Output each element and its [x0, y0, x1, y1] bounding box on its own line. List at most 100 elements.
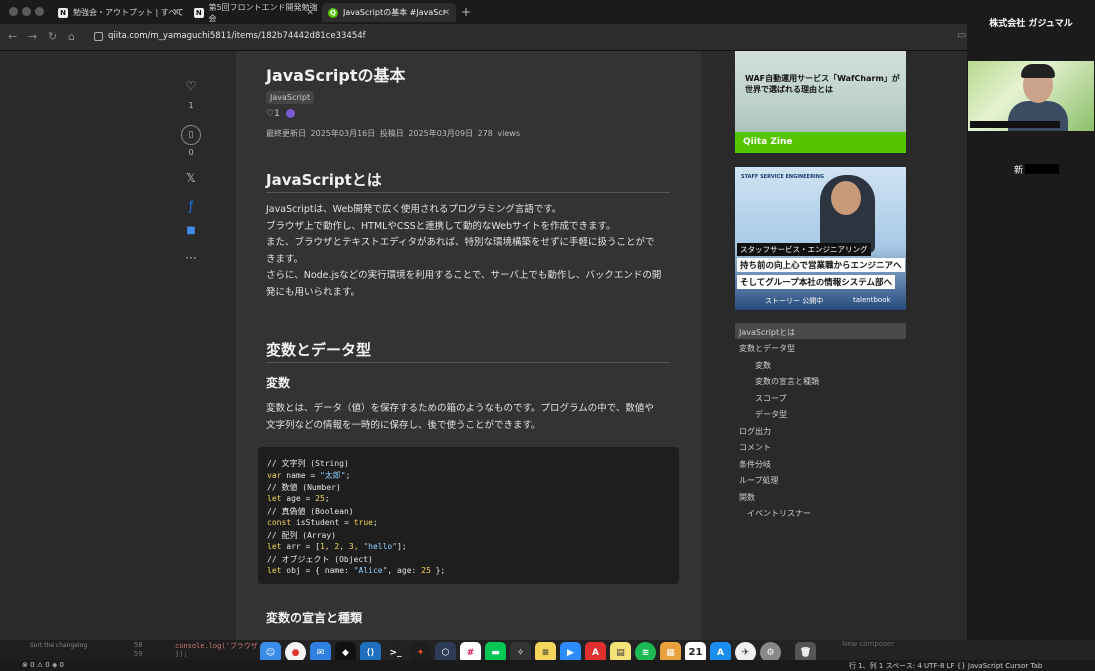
editor-status-info[interactable]: 行 1、列 1 スペース: 4 UTF-8 LF {} JavaScript C… [849, 661, 1042, 671]
home-icon[interactable]: ⌂ [68, 30, 75, 43]
toc-item[interactable]: 変数の宣言と種類 [755, 376, 819, 387]
paragraph-line: 発にも用いられます。 [266, 286, 361, 298]
code-line: let obj = { name: "Alice", age: 25 }; [267, 566, 446, 575]
close-tab-icon[interactable]: ✕ [172, 8, 180, 18]
ad-wafcharm[interactable]: WAF自動運用サービス「WafCharm」が世界で選ばれる理由とは Qiita … [735, 51, 906, 153]
participant-name: 新 [1014, 166, 1024, 176]
zoom-window-button[interactable] [35, 7, 44, 16]
paragraph-line: さらに、Node.jsなどの実行環境を利用することで、サーバ上でも動作し、バック… [266, 270, 662, 281]
subheading-variable: 変数 [266, 376, 291, 390]
code-comment: // オブジェクト (Object) [267, 555, 373, 564]
site-settings-icon[interactable] [94, 32, 103, 41]
close-window-button[interactable] [9, 7, 18, 16]
divider [266, 192, 670, 193]
tab-bar: N 勉強会・アウトプット | すべて ✕ N 第5回フロントエンド開発勉強会 ✕… [0, 0, 967, 24]
paragraph-line: ブラウザ上で動作し、HTMLやCSSと連携して動的なWebサイトを作成できます。 [266, 220, 616, 232]
qiita-zine-label: Qiita Zine [735, 132, 906, 153]
paragraph-line: また、ブラウザとテキストエディタがあれば、特別な環境構築をせずに手軽に扱うことが… [266, 237, 655, 248]
tab-javascript-basics[interactable]: Q JavaScriptの基本 #JavaScript ✕ [322, 3, 456, 22]
toc-item[interactable]: スコープ [755, 393, 787, 404]
paragraph-line: きます。 [266, 253, 304, 265]
ad-person-face [831, 181, 861, 215]
ad-company-label: スタッフサービス・エンジニアリング [737, 243, 871, 256]
ad-text: WAF自動運用サービス「WafCharm」が世界で選ばれる理由とは [745, 74, 900, 94]
paragraph-intro: JavaScriptは、Web開発で広く使用されるプログラミング言語です。 ブラ… [266, 202, 676, 301]
code-block[interactable]: // 文字列 (String) var name = "太郎"; // 数値 (… [258, 447, 679, 584]
new-tab-icon[interactable]: + [461, 5, 471, 19]
code-line: let age = 25; [267, 494, 330, 503]
code-comment: // 真偽値 (Boolean) [267, 507, 354, 516]
line-number: 58 [134, 641, 143, 649]
new-composer-label[interactable]: New composer [842, 640, 894, 648]
ad-brand: talentbook [853, 296, 891, 304]
toc-item[interactable]: 条件分岐 [739, 459, 771, 470]
forward-icon[interactable]: → [28, 30, 37, 43]
company-name: 株式会社 ガジュマル [989, 19, 1073, 29]
article-meta: 最終更新日 2025年03月16日 投稿日 2025年03月09日 278 vi… [266, 129, 521, 138]
redacted-name-bar [970, 121, 1060, 128]
liker-avatar[interactable] [285, 109, 295, 118]
toc-item[interactable]: コメント [739, 442, 771, 453]
toc-item[interactable]: 関数 [739, 492, 755, 503]
tab-study-output[interactable]: N 勉強会・アウトプット | すべて ✕ [52, 3, 186, 22]
reload-icon[interactable]: ↻ [48, 30, 57, 43]
notion-icon: N [58, 7, 68, 18]
editor-strip: Sort the changelog 58 59 console.log('ブラ… [0, 640, 260, 660]
close-tab-icon[interactable]: ✕ [306, 8, 314, 18]
toc-item[interactable]: 変数とデータ型 [739, 343, 795, 354]
heart-icon: ♡ [266, 109, 275, 119]
code-comment: // 文字列 (String) [267, 459, 349, 468]
section-heading-javascript: JavaScriptとは [266, 171, 382, 189]
toc-item[interactable]: JavaScriptとは [739, 327, 795, 338]
ad-talentbook[interactable]: STAFF SERVICE ENGINEERING スタッフサービス・エンジニア… [735, 167, 906, 310]
article-likes[interactable]: ♡1 [266, 109, 295, 119]
participant-video[interactable] [968, 61, 1094, 131]
problems-indicator[interactable]: ⊗ 0 ⚠ 0 ◈ 0 [22, 661, 64, 669]
line-number: 59 [134, 650, 143, 658]
minimize-window-button[interactable] [22, 7, 31, 16]
toc-item[interactable]: データ型 [755, 409, 787, 420]
redacted-name [1025, 164, 1059, 174]
ad-logo: STAFF SERVICE ENGINEERING [741, 174, 825, 180]
paragraph-line: JavaScriptは、Web開発で広く使用されるプログラミング言語です。 [266, 204, 562, 215]
like-count: 1 [188, 101, 194, 110]
qiita-page: ♡ 1 ▯ 0 𝕏 ƒ ■ ··· JavaScriptの基本 JavaScri… [0, 51, 967, 640]
ad-headline-1: 持ち前の向上心で営業職からエンジニアへ [737, 258, 905, 272]
paragraph-line: 文字列などの情報を一時的に保存し、後で使うことができます。 [266, 419, 541, 431]
code-comment: // 数値 (Number) [267, 483, 341, 492]
editor-hint: Sort the changelog [30, 642, 88, 649]
code-line: const isStudent = true; [267, 518, 378, 527]
stock-icon[interactable]: ▯ [181, 125, 201, 145]
article-title: JavaScriptの基本 [266, 66, 406, 85]
paragraph-variable: 変数とは、データ（値）を保存するための箱のようなものです。プログラムの中で、数値… [266, 401, 676, 434]
screen-share-icon[interactable]: ▭ [957, 30, 966, 41]
qiita-icon: Q [328, 7, 338, 18]
likes-count: 1 [274, 109, 280, 119]
x-share-icon[interactable]: 𝕏 [184, 171, 198, 185]
toc-item[interactable]: 変数 [755, 360, 771, 371]
subheading-declarations: 変数の宣言と種類 [266, 611, 363, 625]
article-tag[interactable]: JavaScript [266, 91, 315, 104]
toc-item[interactable]: ログ出力 [739, 426, 771, 437]
stock-count: 0 [188, 148, 194, 157]
participant-hair [1021, 64, 1055, 78]
tab-title: 勉強会・アウトプット | すべて [73, 8, 184, 17]
facebook-share-icon[interactable]: ƒ [184, 199, 198, 213]
address-bar: ← → ↻ ⌂ qiita.com/m_yamaguchi5811/items/… [0, 24, 967, 51]
code-line: let arr = [1, 2, 3, "hello"]; [267, 542, 407, 551]
toc-item[interactable]: ループ処理 [739, 475, 779, 486]
divider [266, 362, 670, 363]
editor-status-bar: ⊗ 0 ⚠ 0 ◈ 0 行 1、列 1 スペース: 4 UTF-8 LF {} … [0, 660, 1095, 671]
like-heart-icon[interactable]: ♡ [184, 79, 198, 93]
editor-code-line: }); [175, 650, 188, 658]
back-icon[interactable]: ← [8, 30, 17, 43]
tab-frontend-meeting[interactable]: N 第5回フロントエンド開発勉強会 ✕ [188, 3, 320, 23]
paragraph-line: 変数とは、データ（値）を保存するための箱のようなものです。プログラムの中で、数値… [266, 403, 654, 414]
close-tab-icon[interactable]: ✕ [442, 8, 450, 18]
url-field[interactable]: qiita.com/m_yamaguchi5811/items/182b7444… [108, 31, 366, 41]
tab-title: JavaScriptの基本 #JavaScript [343, 8, 445, 17]
hatena-bookmark-icon[interactable]: ■ [184, 225, 198, 236]
code-line: var name = "太郎"; [267, 471, 351, 480]
more-options-icon[interactable]: ··· [184, 251, 198, 265]
toc-item[interactable]: イベントリスナー [747, 508, 811, 519]
